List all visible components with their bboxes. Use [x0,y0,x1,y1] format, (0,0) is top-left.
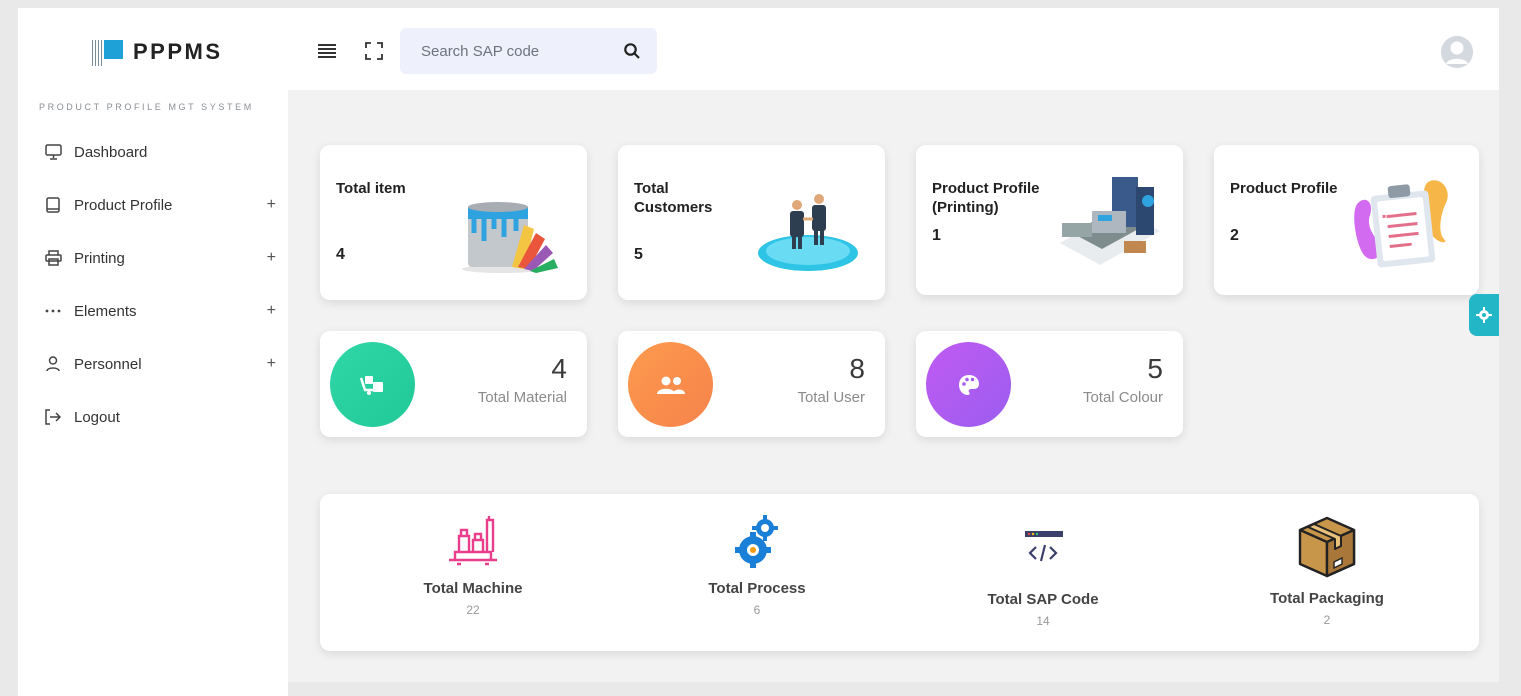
sidebar-item-dashboard[interactable]: Dashboard [44,137,276,167]
summary-total-packaging[interactable]: Total Packaging 2 [1217,514,1437,627]
material-icon [330,342,415,427]
paint-bucket-icon [462,202,558,273]
expand-plus-icon[interactable]: + [267,196,276,214]
summary-label: Total SAP Code [987,591,1099,608]
card-total-customers[interactable]: Total Customers 5 [618,145,885,300]
stat-card-total-material[interactable]: 4 Total Material [320,331,587,437]
main-content: Total item 4 Total Customers 5 Product P… [288,90,1499,682]
top-header: PPPMS [18,8,1499,90]
summary-card: Total Machine 22 Total Process 6 Total S… [320,494,1479,651]
card-value: 2 [1230,227,1239,244]
stat-label: Total Material [477,389,567,406]
summary-label: Total Packaging [1270,590,1384,607]
expand-icon[interactable] [363,40,385,62]
users-icon [628,342,713,427]
expand-plus-icon[interactable]: + [267,249,276,267]
expand-plus-icon[interactable]: + [267,355,276,373]
printing-machine-icon [1060,177,1160,265]
sidebar-item-personnel[interactable]: Personnel + [44,349,276,379]
card-value: 4 [336,246,345,263]
card-total-item[interactable]: Total item 4 [320,145,587,300]
card-product-profile-printing[interactable]: Product Profile (Printing) 1 [916,145,1183,295]
sidebar-item-label: Elements [74,302,137,320]
machine-icon [449,516,497,566]
card-product-profile[interactable]: Product Profile 2 [1214,145,1479,295]
sidebar-item-label: Printing [74,249,125,267]
summary-total-machine[interactable]: Total Machine 22 [363,514,583,617]
menu-icon[interactable] [316,40,338,62]
dots-icon [44,302,62,320]
sidebar-caption: PRODUCT PROFILE MGT SYSTEM [39,102,254,112]
card-value: 1 [932,227,941,244]
app-window: PPPMS PRODUCT PROFILE MGT SYSTEM Dashboa… [0,0,1521,696]
printer-icon [44,249,62,267]
clipboard-icon [1354,180,1448,268]
summary-label: Total Machine [423,580,523,597]
stat-value: 4 [551,353,567,384]
gear-icon [1476,307,1492,323]
brand-name: PPPMS [133,39,223,64]
stat-label: Total Colour [1082,389,1163,406]
sidebar: PRODUCT PROFILE MGT SYSTEM Dashboard Pro… [18,90,288,696]
summary-value: 14 [1036,614,1050,628]
sidebar-item-label: Personnel [74,355,142,373]
sidebar-item-elements[interactable]: Elements + [44,296,276,326]
stat-value: 8 [849,353,865,384]
user-icon [44,355,62,373]
card-title: Product Profile (Printing) [932,180,1040,216]
stat-card-total-user[interactable]: 8 Total User [618,331,885,437]
logout-icon [44,408,62,426]
monitor-icon [44,143,62,161]
sidebar-item-printing[interactable]: Printing + [44,243,276,273]
stat-card-total-colour[interactable]: 5 Total Colour [916,331,1183,437]
code-icon [1025,531,1063,575]
palette-icon [926,342,1011,427]
card-title: Total Customers [634,180,713,216]
search-icon[interactable] [623,42,641,60]
handshake-icon [758,194,858,271]
stat-label: Total User [797,389,865,406]
box-icon [1298,516,1356,578]
search-box [400,28,657,74]
gears-icon [735,515,778,568]
avatar-icon[interactable] [1441,36,1473,68]
card-title: Total item [336,180,406,197]
summary-total-sap-code[interactable]: Total SAP Code 14 [933,525,1153,628]
summary-value: 6 [753,603,761,617]
summary-total-process[interactable]: Total Process 6 [647,514,867,617]
card-value: 5 [634,246,643,263]
summary-value: 22 [466,603,480,617]
stat-value: 5 [1147,353,1163,384]
expand-plus-icon[interactable]: + [267,302,276,320]
book-icon [44,196,62,214]
search-input[interactable] [400,42,600,60]
brand[interactable]: PPPMS [92,38,223,66]
sidebar-item-logout[interactable]: Logout [44,402,276,432]
summary-value: 2 [1323,613,1331,627]
sidebar-item-label: Dashboard [74,143,148,161]
sidebar-item-label: Logout [74,408,120,426]
summary-label: Total Process [708,580,806,597]
card-title: Product Profile [1230,180,1338,197]
settings-fab[interactable] [1469,294,1499,336]
sidebar-item-label: Product Profile [74,196,173,214]
brand-logo-icon [92,38,124,66]
sidebar-item-product-profile[interactable]: Product Profile + [44,190,276,220]
